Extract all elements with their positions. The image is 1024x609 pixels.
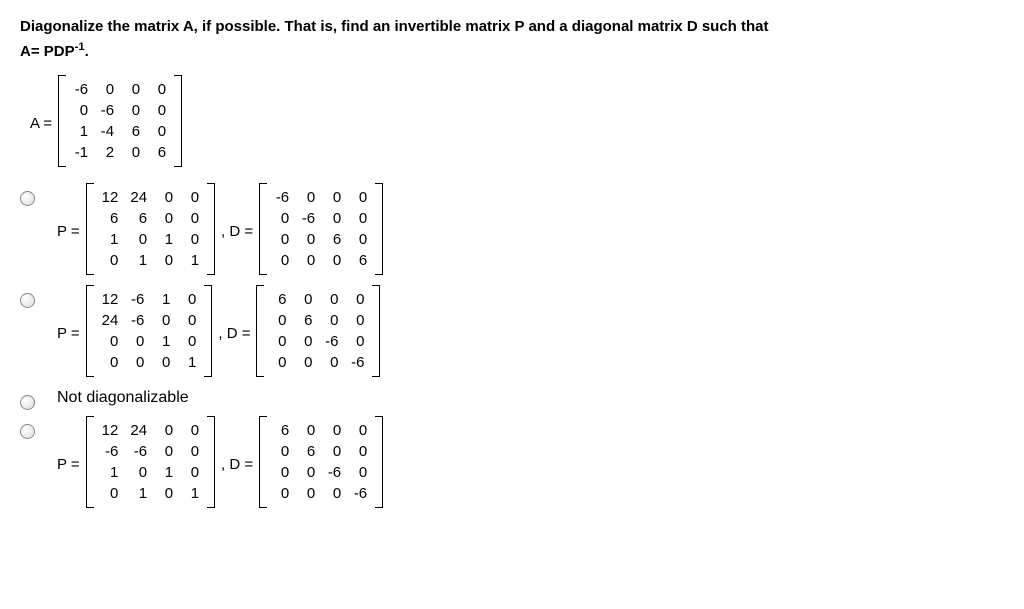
option-4-D: 6000060000-60000-6 xyxy=(259,416,383,512)
option-4-content: P = 122400-6-60010100101 , D = 600006000… xyxy=(57,416,383,512)
A-label: A = xyxy=(30,115,52,132)
option-3[interactable]: Not diagonalizable xyxy=(20,387,1004,410)
option-2[interactable]: P = 12-61024-60000100001 , D = 600006000… xyxy=(20,285,1004,381)
question-text: Diagonalize the matrix A, if possible. T… xyxy=(20,16,1004,63)
radio-icon[interactable] xyxy=(20,424,35,439)
option-1-D: -60000-60000600006 xyxy=(259,183,383,279)
option-2-D: 6000060000-60000-6 xyxy=(256,285,380,381)
radio-icon[interactable] xyxy=(20,191,35,206)
matrix-A-definition: A = -60000-6001-460-1206 xyxy=(30,75,1004,171)
matrix-A: -60000-6001-460-1206 xyxy=(58,75,182,171)
option-1-content: P = 122400660010100101 , D = -60000-6000… xyxy=(57,183,383,279)
option-2-P: 12-61024-60000100001 xyxy=(86,285,213,381)
option-1[interactable]: P = 122400660010100101 , D = -60000-6000… xyxy=(20,183,1004,279)
option-1-P: 122400660010100101 xyxy=(86,183,215,279)
option-2-content: P = 12-61024-60000100001 , D = 600006000… xyxy=(57,285,380,381)
option-4-P: 122400-6-60010100101 xyxy=(86,416,215,512)
option-3-text: Not diagonalizable xyxy=(57,387,189,407)
radio-icon[interactable] xyxy=(20,395,35,410)
option-4[interactable]: P = 122400-6-60010100101 , D = 600006000… xyxy=(20,416,1004,512)
radio-icon[interactable] xyxy=(20,293,35,308)
